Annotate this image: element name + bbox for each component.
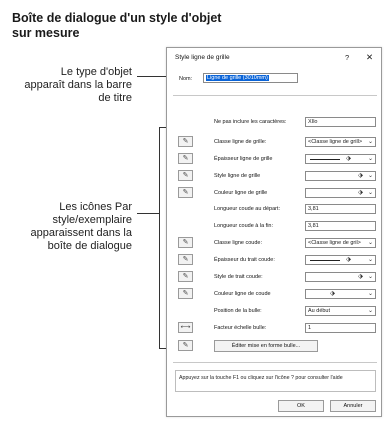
- bend-color-label: Couleur ligne de coude: [214, 291, 271, 297]
- leader-line-icons: [137, 213, 159, 214]
- style-toggle-icon[interactable]: ✎: [178, 340, 193, 351]
- start-length-label: Longueur coude au départ:: [214, 206, 281, 212]
- cancel-button[interactable]: Annuler: [330, 400, 376, 412]
- grid-class-label: Classe ligne de grille:: [214, 139, 267, 145]
- chevron-down-icon: ⌄: [367, 173, 373, 179]
- bucket-icon: ⬗: [358, 189, 363, 196]
- end-length-label: Longueur coude à la fin:: [214, 223, 274, 229]
- chevron-down-icon: ⌄: [367, 291, 373, 297]
- bubble-position-label: Position de la bulle:: [214, 308, 262, 314]
- bend-thickness-label: Épaisseur du trait coude:: [214, 257, 275, 263]
- bucket-icon: ⬗: [358, 172, 363, 179]
- ok-button[interactable]: OK: [278, 400, 324, 412]
- grid-color-select[interactable]: ⬗ ⌄: [305, 188, 376, 198]
- chevron-down-icon: ⌄: [367, 308, 373, 314]
- style-toggle-icon[interactable]: ✎: [178, 187, 193, 198]
- bend-class-select[interactable]: <Classe ligne de gril> ⌄: [305, 238, 376, 248]
- callout-object-type: Le type d'objet apparaît dans la barre d…: [24, 66, 132, 104]
- style-toggle-icon[interactable]: ✎: [178, 237, 193, 248]
- line-sample: [310, 260, 340, 261]
- line-sample: [310, 159, 340, 160]
- chevron-down-icon: ⌄: [367, 139, 373, 145]
- chevron-down-icon: ⌄: [367, 240, 373, 246]
- chevron-down-icon: ⌄: [367, 190, 373, 196]
- help-text-box: Appuyez sur la touche F1 ou cliquez sur …: [175, 370, 376, 392]
- bucket-icon: ⬗: [346, 256, 351, 263]
- separator-bottom: [173, 362, 377, 363]
- grid-color-label: Couleur ligne de grille: [214, 190, 268, 196]
- bucket-icon: ⬗: [346, 155, 351, 162]
- start-length-field[interactable]: 3,81: [305, 204, 376, 214]
- bucket-icon: ⬗: [330, 290, 335, 297]
- callout-icons: Les icônes Par style/exemplaire apparais…: [30, 201, 132, 252]
- bend-style-label: Style de trait coude:: [214, 274, 263, 280]
- grid-thickness-select[interactable]: ⬗ ⌄: [305, 154, 376, 164]
- close-icon[interactable]: ✕: [366, 52, 373, 63]
- style-toggle-icon[interactable]: ✎: [178, 170, 193, 181]
- name-label: Nom:: [179, 76, 193, 82]
- scale-icon[interactable]: ⟷: [178, 322, 193, 333]
- no-chars-label: Ne pas inclure les caractères:: [214, 119, 287, 125]
- grid-style-select[interactable]: ⬗ ⌄: [305, 171, 376, 181]
- style-toggle-icon[interactable]: ✎: [178, 136, 193, 147]
- dialog-title: Style ligne de grille: [175, 54, 230, 61]
- chevron-down-icon: ⌄: [367, 257, 373, 263]
- scale-label: Facteur échelle bulle:: [214, 325, 267, 331]
- no-chars-field[interactable]: XIlo: [305, 117, 376, 127]
- chevron-down-icon: ⌄: [367, 156, 373, 162]
- scale-field[interactable]: 1: [305, 323, 376, 333]
- style-toggle-icon[interactable]: ✎: [178, 254, 193, 265]
- style-toggle-icon[interactable]: ✎: [178, 153, 193, 164]
- bend-color-select[interactable]: ⬗ ⌄: [305, 289, 376, 299]
- edit-bubble-button[interactable]: Éditer mise en forme bulle...: [214, 340, 318, 352]
- style-toggle-icon[interactable]: ✎: [178, 271, 193, 282]
- grid-thickness-label: Épaisseur ligne de grille: [214, 156, 273, 162]
- help-icon[interactable]: ?: [345, 53, 349, 62]
- style-toggle-icon[interactable]: ✎: [178, 288, 193, 299]
- end-length-field[interactable]: 3,81: [305, 221, 376, 231]
- dialog-titlebar: Style ligne de grille ? ✕: [167, 48, 381, 68]
- bend-class-label: Classe ligne coude:: [214, 240, 263, 246]
- page-title: Boîte de dialogue d'un style d'objet sur…: [12, 11, 222, 40]
- name-field[interactable]: Ligne de grille (3010mm): [203, 73, 298, 83]
- grid-style-label: Style ligne de grille: [214, 173, 261, 179]
- separator-top: [173, 95, 377, 96]
- bend-style-select[interactable]: ⬗ ⌄: [305, 272, 376, 282]
- bucket-icon: ⬗: [358, 273, 363, 280]
- grid-class-select[interactable]: <Classe ligne de grill> ⌄: [305, 137, 376, 147]
- chevron-down-icon: ⌄: [367, 274, 373, 280]
- dialog-window: Style ligne de grille ? ✕ Nom: Ligne de …: [166, 47, 382, 417]
- bubble-position-select[interactable]: Au début ⌄: [305, 306, 376, 316]
- bend-thickness-select[interactable]: ⬗ ⌄: [305, 255, 376, 265]
